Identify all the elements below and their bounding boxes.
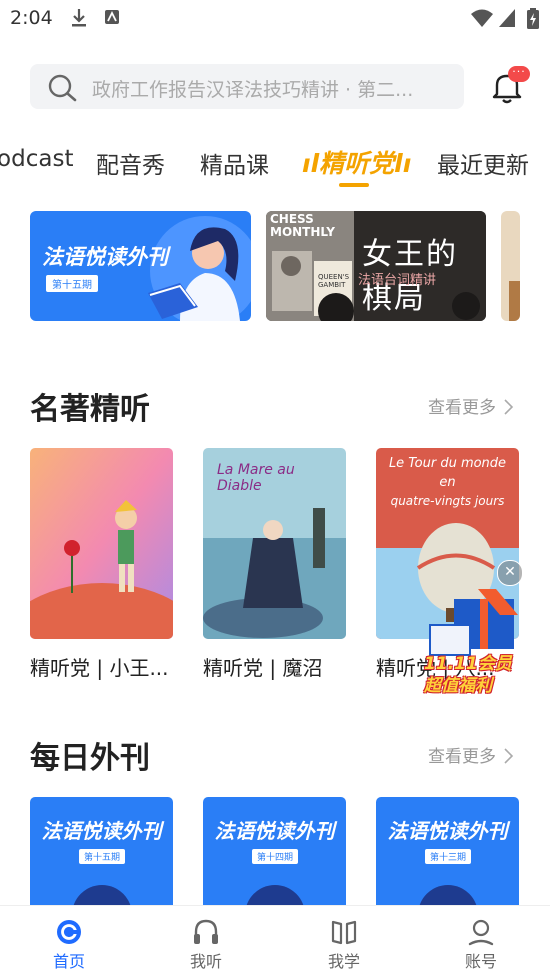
nav-listen[interactable]: 我听: [151, 906, 261, 980]
journal-issue: 第十四期: [252, 849, 299, 864]
journal-card[interactable]: 法语悦读外刊 第十五期: [30, 797, 173, 905]
book-icon: [331, 920, 357, 945]
nav-listen-label: 我听: [189, 952, 222, 971]
nav-account-label: 账号: [464, 952, 497, 971]
cover-line-1: Le Tour du monde: [388, 456, 507, 471]
promo-1111-member[interactable]: 11.11会员 超值福利: [418, 585, 530, 696]
status-bar: 2:04: [0, 0, 550, 40]
see-more-journals[interactable]: 查看更多: [428, 742, 515, 767]
close-promo-button[interactable]: ✕: [497, 560, 523, 586]
book-cover-little-prince[interactable]: [30, 448, 173, 639]
tab-intensive-listening[interactable]: ıl精听党lı: [302, 144, 411, 180]
search-bar[interactable]: 政府工作报告汉译法技巧精讲 · 第二...: [30, 64, 464, 109]
bottom-navigation: 首页 我听 我学 账号: [0, 905, 550, 980]
banner-chess-text: CHESS MONTHLY: [270, 212, 335, 239]
nav-home[interactable]: 首页: [14, 906, 124, 980]
nav-learn[interactable]: 我学: [289, 906, 399, 980]
wifi-icon: [471, 9, 493, 27]
tab-intensive-listening-label: 精听党: [319, 149, 395, 178]
banner-title: 法语悦读外刊: [42, 245, 168, 269]
promo-line2: 超值福利: [424, 676, 492, 696]
download-icon: [72, 9, 86, 27]
active-tab-indicator: [339, 183, 369, 187]
nav-learn-label: 我学: [327, 952, 360, 971]
banner-queens-gambit[interactable]: CHESS MONTHLY QUEEN'S GAMBIT 女王的棋局 法语台词精…: [266, 211, 486, 321]
notification-badge: ···: [508, 66, 530, 82]
book-cover-text: La Mare au Diable: [217, 462, 295, 494]
tab-premium-courses[interactable]: 精品课: [200, 146, 269, 180]
banner-partial[interactable]: [501, 211, 520, 321]
see-more-label: 查看更多: [428, 398, 496, 418]
nav-home-label: 首页: [52, 952, 85, 971]
banner-subtitle: 法语台词精讲: [358, 273, 437, 288]
book-title[interactable]: 精听党 | 小王...: [30, 652, 169, 681]
section-title-classics: 名著精听: [30, 392, 150, 427]
book-cover-la-mare-au-diable[interactable]: La Mare au Diable: [203, 448, 346, 639]
cover-line-2: en: [439, 475, 456, 490]
chevron-right-icon: [504, 748, 514, 764]
journal-title: 法语悦读外刊: [214, 819, 335, 843]
chevron-right-icon: [504, 399, 514, 415]
battery-icon: [527, 8, 539, 29]
journal-title: 法语悦读外刊: [41, 819, 162, 843]
category-tabs: Podcast 配音秀 精品课 ıl精听党lı 最近更新: [0, 140, 550, 190]
tab-dubbing[interactable]: 配音秀: [96, 146, 165, 180]
little-prince-illustration: [30, 448, 173, 639]
book-cover-text-block: Le Tour du monde en quatre-vingts jours: [376, 454, 519, 511]
headphones-icon: [194, 919, 218, 944]
book-title[interactable]: 精听党 | 魔沼: [203, 652, 322, 681]
app-notification-icon: [105, 10, 119, 24]
search-icon: [48, 74, 77, 102]
banner-partial-shape: [509, 281, 520, 321]
signal-icon: [499, 9, 515, 27]
section-title-journals: 每日外刊: [30, 741, 150, 776]
banner-book-text: QUEEN'S GAMBIT: [318, 273, 350, 289]
home-icon: [57, 920, 81, 944]
see-more-label: 查看更多: [428, 747, 496, 767]
account-icon: [468, 919, 494, 946]
journal-card[interactable]: 法语悦读外刊 第十三期: [376, 797, 519, 905]
cover-line-3: quatre-vingts jours: [390, 494, 505, 508]
journal-issue: 第十五期: [79, 849, 126, 864]
journal-card[interactable]: 法语悦读外刊 第十四期: [203, 797, 346, 905]
banner-french-journal[interactable]: 法语悦读外刊 第十五期: [30, 211, 251, 321]
nav-account[interactable]: 账号: [426, 906, 536, 980]
see-more-classics[interactable]: 查看更多: [428, 393, 515, 418]
tab-recent-updates[interactable]: 最近更新: [437, 146, 529, 180]
tab-podcast[interactable]: Podcast: [0, 146, 73, 172]
journal-title: 法语悦读外刊: [387, 819, 508, 843]
status-time: 2:04: [10, 7, 53, 29]
search-placeholder: 政府工作报告汉译法技巧精讲 · 第二...: [92, 79, 414, 101]
banner-issue: 第十五期: [46, 275, 98, 292]
journal-issue: 第十三期: [425, 849, 472, 864]
